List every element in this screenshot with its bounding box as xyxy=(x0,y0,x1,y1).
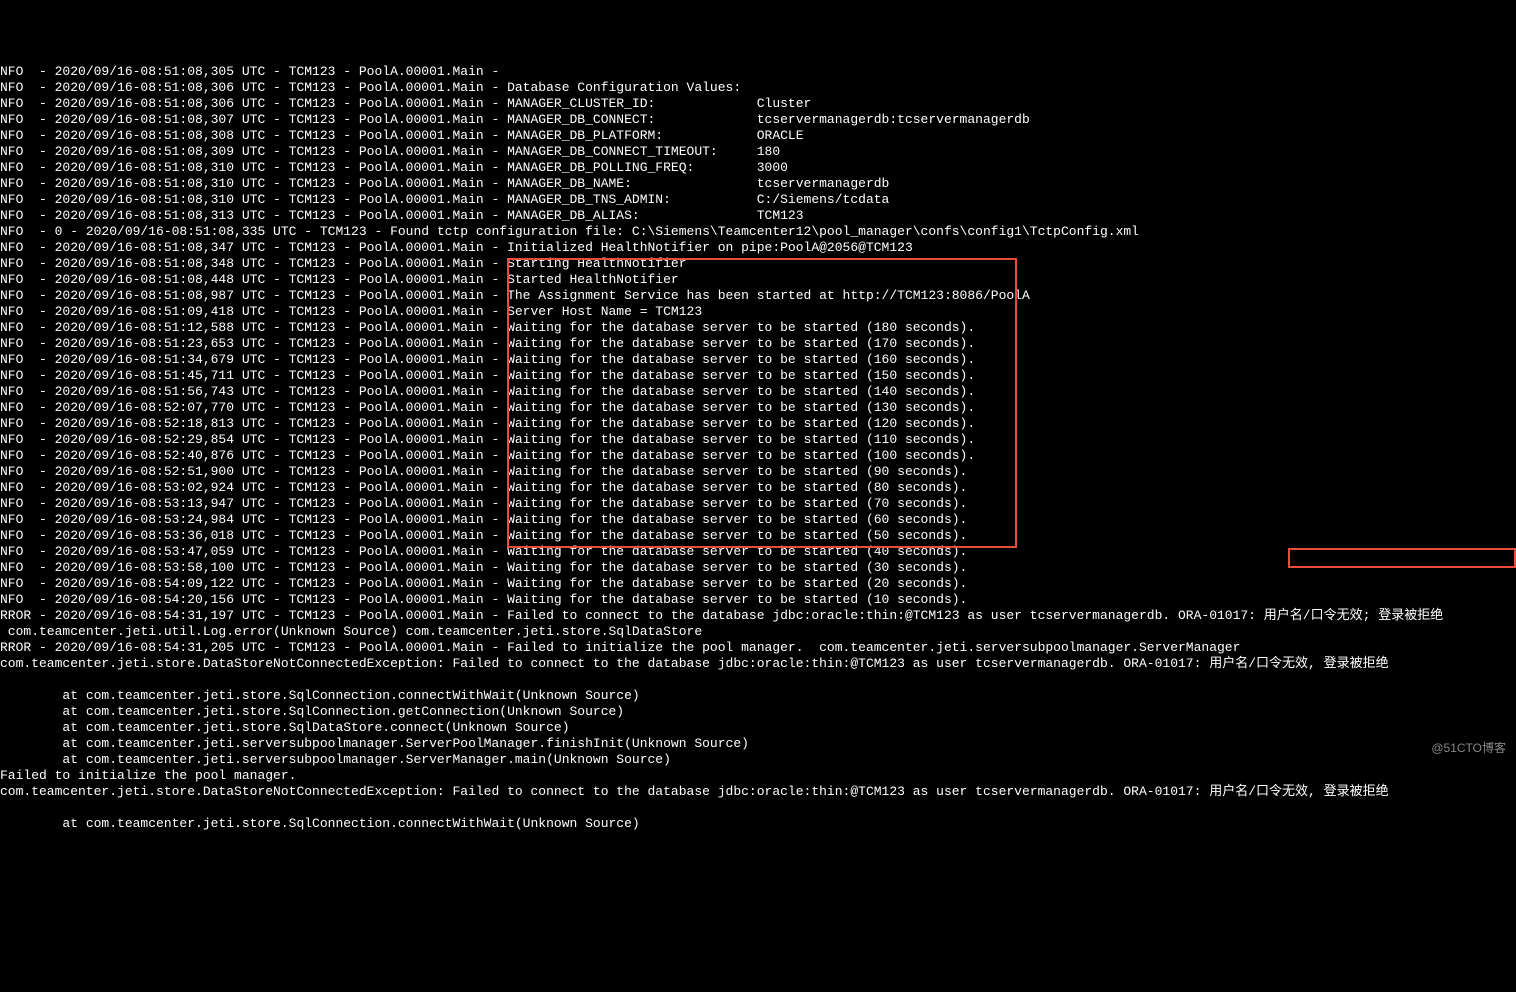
log-line: NFO - 2020/09/16-08:53:24,984 UTC - TCM1… xyxy=(0,512,1516,528)
log-line: NFO - 2020/09/16-08:53:47,059 UTC - TCM1… xyxy=(0,544,1516,560)
log-line: NFO - 2020/09/16-08:51:56,743 UTC - TCM1… xyxy=(0,384,1516,400)
log-line: NFO - 2020/09/16-08:51:08,307 UTC - TCM1… xyxy=(0,112,1516,128)
log-line: com.teamcenter.jeti.store.DataStoreNotCo… xyxy=(0,784,1516,800)
log-line: NFO - 0 - 2020/09/16-08:51:08,335 UTC - … xyxy=(0,224,1516,240)
log-line: com.teamcenter.jeti.util.Log.error(Unkno… xyxy=(0,624,1516,640)
log-line: NFO - 2020/09/16-08:51:23,653 UTC - TCM1… xyxy=(0,336,1516,352)
log-line: NFO - 2020/09/16-08:51:08,448 UTC - TCM1… xyxy=(0,272,1516,288)
log-line: NFO - 2020/09/16-08:51:08,306 UTC - TCM1… xyxy=(0,80,1516,96)
log-line: NFO - 2020/09/16-08:52:18,813 UTC - TCM1… xyxy=(0,416,1516,432)
log-line: NFO - 2020/09/16-08:51:08,348 UTC - TCM1… xyxy=(0,256,1516,272)
log-line: NFO - 2020/09/16-08:54:20,156 UTC - TCM1… xyxy=(0,592,1516,608)
log-line xyxy=(0,800,1516,816)
log-line: NFO - 2020/09/16-08:51:08,305 UTC - TCM1… xyxy=(0,64,1516,80)
log-line: NFO - 2020/09/16-08:53:58,100 UTC - TCM1… xyxy=(0,560,1516,576)
log-line: NFO - 2020/09/16-08:53:02,924 UTC - TCM1… xyxy=(0,480,1516,496)
log-output[interactable]: NFO - 2020/09/16-08:51:08,305 UTC - TCM1… xyxy=(0,64,1516,832)
log-line: com.teamcenter.jeti.store.DataStoreNotCo… xyxy=(0,656,1516,672)
log-line: NFO - 2020/09/16-08:51:09,418 UTC - TCM1… xyxy=(0,304,1516,320)
log-line: NFO - 2020/09/16-08:51:08,313 UTC - TCM1… xyxy=(0,208,1516,224)
log-line: RROR - 2020/09/16-08:54:31,197 UTC - TCM… xyxy=(0,608,1516,624)
log-line: at com.teamcenter.jeti.store.SqlConnecti… xyxy=(0,704,1516,720)
log-line: NFO - 2020/09/16-08:51:08,306 UTC - TCM1… xyxy=(0,96,1516,112)
log-line: NFO - 2020/09/16-08:52:51,900 UTC - TCM1… xyxy=(0,464,1516,480)
log-line: NFO - 2020/09/16-08:52:07,770 UTC - TCM1… xyxy=(0,400,1516,416)
log-line: NFO - 2020/09/16-08:51:08,310 UTC - TCM1… xyxy=(0,160,1516,176)
log-line: RROR - 2020/09/16-08:54:31,205 UTC - TCM… xyxy=(0,640,1516,656)
log-line: NFO - 2020/09/16-08:52:29,854 UTC - TCM1… xyxy=(0,432,1516,448)
log-line: Failed to initialize the pool manager. xyxy=(0,768,1516,784)
log-line: NFO - 2020/09/16-08:53:36,018 UTC - TCM1… xyxy=(0,528,1516,544)
log-line: NFO - 2020/09/16-08:52:40,876 UTC - TCM1… xyxy=(0,448,1516,464)
log-line: NFO - 2020/09/16-08:51:08,310 UTC - TCM1… xyxy=(0,192,1516,208)
log-line: at com.teamcenter.jeti.store.SqlConnecti… xyxy=(0,688,1516,704)
log-line: NFO - 2020/09/16-08:51:34,679 UTC - TCM1… xyxy=(0,352,1516,368)
log-line: at com.teamcenter.jeti.store.SqlDataStor… xyxy=(0,720,1516,736)
log-line xyxy=(0,672,1516,688)
log-line: NFO - 2020/09/16-08:54:09,122 UTC - TCM1… xyxy=(0,576,1516,592)
log-line: NFO - 2020/09/16-08:51:08,308 UTC - TCM1… xyxy=(0,128,1516,144)
log-line: NFO - 2020/09/16-08:51:08,347 UTC - TCM1… xyxy=(0,240,1516,256)
log-line: NFO - 2020/09/16-08:53:13,947 UTC - TCM1… xyxy=(0,496,1516,512)
log-line: at com.teamcenter.jeti.store.SqlConnecti… xyxy=(0,816,1516,832)
watermark: @51CTO博客 xyxy=(1431,740,1506,756)
log-line: at com.teamcenter.jeti.serversubpoolmana… xyxy=(0,736,1516,752)
log-line: NFO - 2020/09/16-08:51:08,310 UTC - TCM1… xyxy=(0,176,1516,192)
log-line: NFO - 2020/09/16-08:51:45,711 UTC - TCM1… xyxy=(0,368,1516,384)
log-line: NFO - 2020/09/16-08:51:08,987 UTC - TCM1… xyxy=(0,288,1516,304)
log-line: NFO - 2020/09/16-08:51:08,309 UTC - TCM1… xyxy=(0,144,1516,160)
log-line: NFO - 2020/09/16-08:51:12,588 UTC - TCM1… xyxy=(0,320,1516,336)
